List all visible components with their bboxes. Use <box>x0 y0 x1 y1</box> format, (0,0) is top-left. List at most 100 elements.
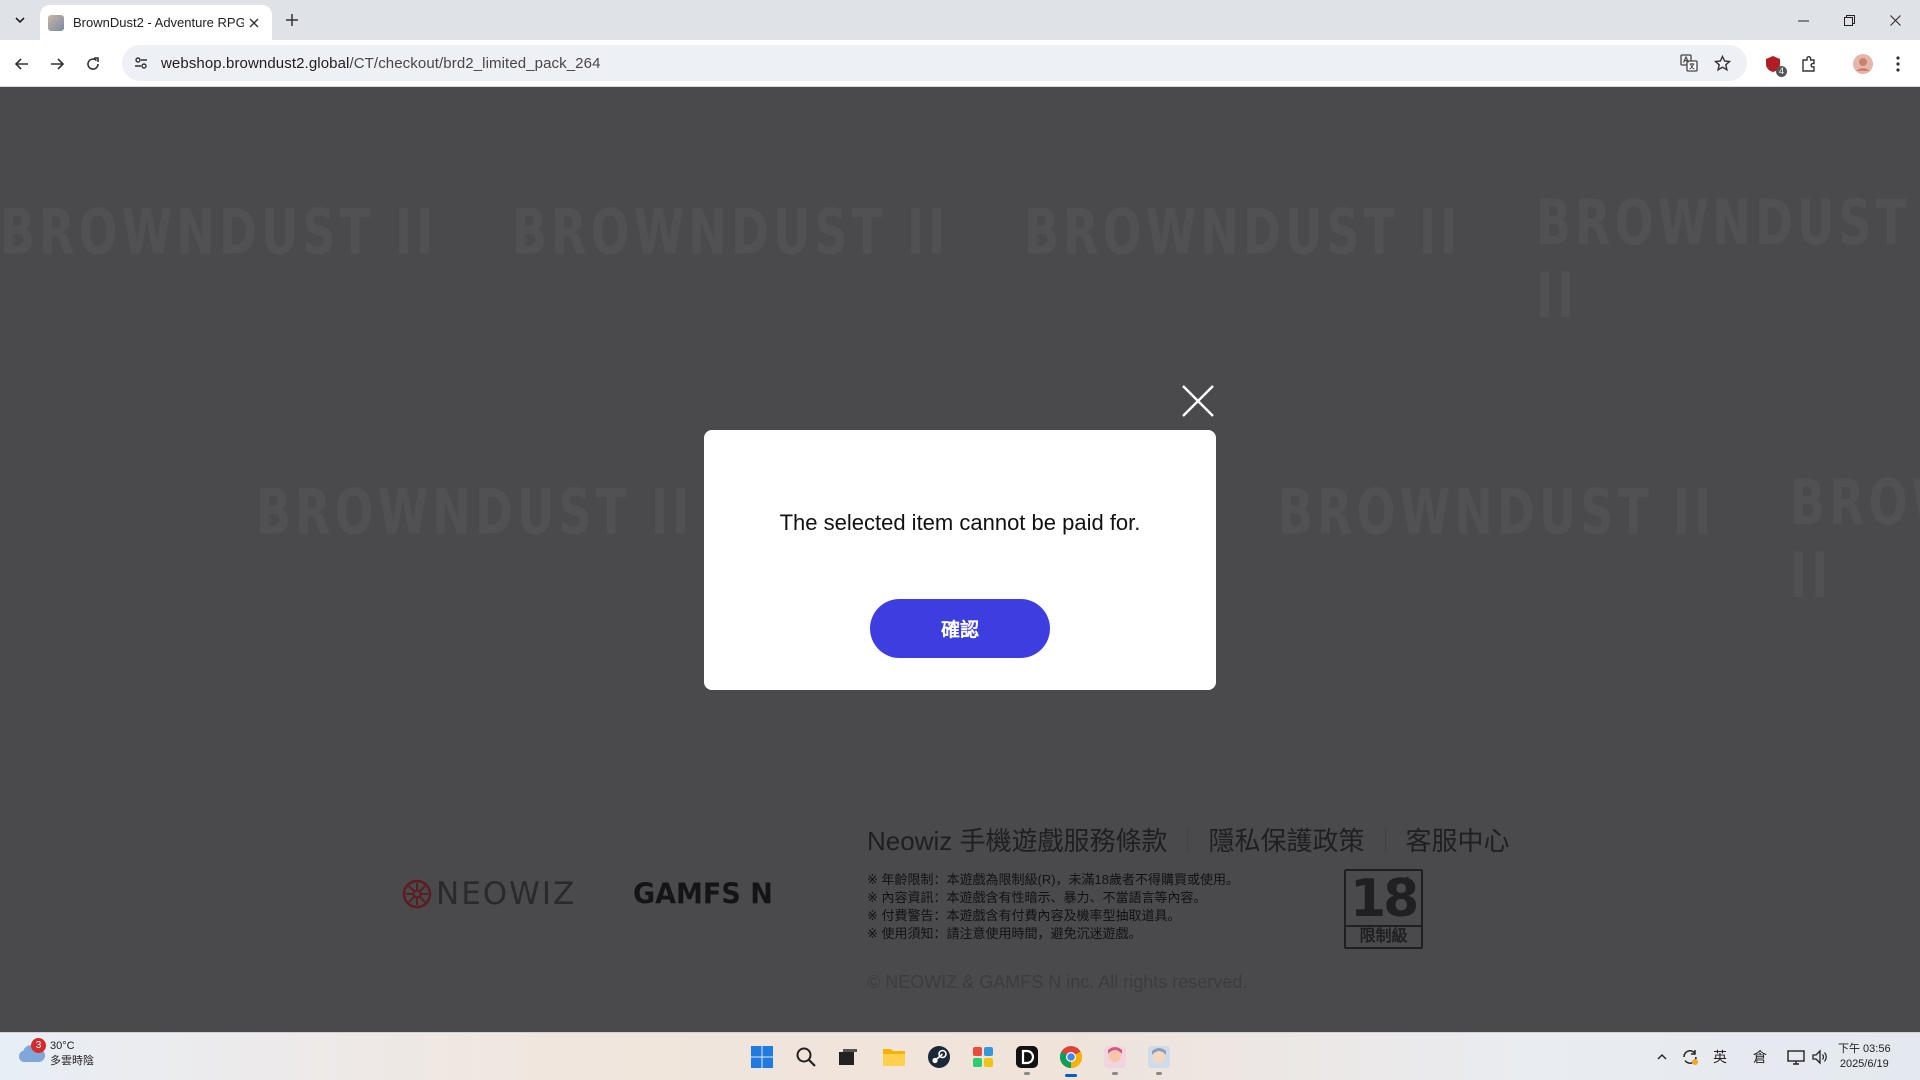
gamfs-logo[interactable]: GAMFS N <box>633 878 773 911</box>
plus-icon <box>286 14 298 26</box>
clock-time: 下午 03:56 <box>1838 1043 1891 1055</box>
url-path: /CT/checkout/brd2_limited_pack_264 <box>349 54 601 72</box>
modal-close-button[interactable] <box>1180 383 1216 419</box>
cloud-icon: 3 <box>16 1038 46 1068</box>
clock-date: 2025/6/19 <box>1839 1058 1889 1070</box>
reload-button[interactable] <box>79 50 107 78</box>
restore-button[interactable] <box>1826 0 1872 40</box>
task-view-button[interactable] <box>830 1039 866 1075</box>
site-favicon-icon <box>48 14 64 31</box>
age-rating-badge: 18 + 限制級 <box>1344 869 1423 949</box>
url-text: webshop.browndust2.global/CT/checkout/br… <box>161 55 601 72</box>
volume-tray-button[interactable] <box>1808 1043 1832 1071</box>
tab-strip: BrownDust2 - Adventure RPG <box>0 0 1920 40</box>
watermark-text: BROWNDUST II <box>512 195 950 269</box>
close-window-button[interactable] <box>1872 0 1918 40</box>
tab-search-button[interactable] <box>8 8 32 32</box>
arrow-right-icon <box>51 58 65 70</box>
profile-avatar-button[interactable] <box>1849 50 1877 78</box>
dialog-message: The selected item cannot be paid for. <box>779 510 1141 535</box>
watermark-text: BROWNDUST II <box>0 195 438 269</box>
watermark-text: BROWNDUST II <box>1536 186 1911 332</box>
site-info-button[interactable] <box>127 49 155 77</box>
system-clock[interactable]: 下午 03:56 2025/6/19 <box>1838 1042 1891 1072</box>
ime-language-button[interactable]: 英 <box>1708 1043 1732 1071</box>
game-character-icon <box>1148 1046 1170 1068</box>
chrome-icon <box>1060 1046 1082 1068</box>
privacy-link[interactable]: 隱私保護政策 <box>1208 821 1364 858</box>
more-vertical-icon <box>1896 56 1900 72</box>
show-hidden-icons-button[interactable] <box>1650 1043 1674 1071</box>
start-button[interactable] <box>744 1039 780 1075</box>
watermark-text: BROWNDUST II <box>256 475 694 549</box>
restore-icon <box>1843 14 1855 26</box>
weather-badge: 3 <box>31 1038 46 1053</box>
steam-button[interactable] <box>921 1039 957 1075</box>
bookmark-star-button[interactable] <box>1708 49 1736 77</box>
extension-badge: 4 <box>1775 66 1787 77</box>
rating-label: 限制級 <box>1346 925 1421 947</box>
page-viewport: BROWNDUST II BROWNDUST II BROWNDUST II B… <box>0 87 1920 1032</box>
puzzle-icon <box>1802 56 1815 72</box>
network-tray-button[interactable] <box>1784 1043 1808 1071</box>
watermark-text: BROWNDUST II <box>1024 195 1462 269</box>
close-icon <box>1889 14 1901 26</box>
footer-links: Neowiz 手機遊戲服務條款 隱私保護政策 客服中心 <box>867 821 1510 858</box>
chevron-up-icon <box>1657 1054 1667 1060</box>
back-button[interactable] <box>8 50 36 78</box>
app-d-icon <box>1016 1046 1038 1068</box>
browser-menu-button[interactable] <box>1884 50 1912 78</box>
task-view-icon <box>839 1049 857 1065</box>
game-launcher-button[interactable] <box>1141 1039 1177 1075</box>
steam-icon <box>928 1046 950 1068</box>
temperature-text: 30°C <box>50 1040 75 1052</box>
notice-line: ※ 付費警告：本遊戲含有付費內容及機率型抽取道具。 <box>867 908 1181 923</box>
paint-app-button[interactable] <box>965 1039 1001 1075</box>
network-icon <box>1787 1050 1805 1065</box>
address-bar[interactable]: webshop.browndust2.global/CT/checkout/br… <box>122 45 1747 81</box>
game-app-button[interactable] <box>1097 1039 1133 1075</box>
tune-icon <box>135 57 147 69</box>
translate-button[interactable] <box>1675 49 1703 77</box>
new-tab-button[interactable] <box>280 8 304 32</box>
watermark-text: BROWNDUST II <box>1790 466 1920 612</box>
chrome-button[interactable] <box>1053 1039 1089 1077</box>
ime-mode-button[interactable]: 倉 <box>1748 1043 1772 1071</box>
extension-shield-button[interactable]: 4 <box>1759 50 1787 78</box>
site-footer: Neowiz 手機遊戲服務條款 隱私保護政策 客服中心 NEOWIZ GAMFS… <box>0 772 1920 1032</box>
neowiz-logo[interactable]: NEOWIZ <box>402 876 576 912</box>
alert-dialog: The selected item cannot be paid for. 確認 <box>704 430 1216 690</box>
tab-close-button[interactable] <box>244 13 264 33</box>
notice-list: ※ 年齡限制：本遊戲為限制級(R)，未滿18歲者不得購買或使用。 ※ 內容資訊：… <box>867 871 1239 943</box>
forward-button[interactable] <box>43 50 71 78</box>
close-icon <box>249 18 259 27</box>
speaker-icon <box>1812 1049 1827 1065</box>
sync-tray-button[interactable] <box>1678 1043 1702 1071</box>
confirm-button[interactable]: 確認 <box>870 599 1050 658</box>
watermark-text: BROWNDUST II <box>1278 475 1716 549</box>
taskbar-search-button[interactable] <box>788 1039 824 1075</box>
file-explorer-button[interactable] <box>876 1039 912 1075</box>
tab-title: BrownDust2 - Adventure RPG <box>73 15 244 30</box>
rating-plus: + <box>1399 872 1415 893</box>
app-d-button[interactable] <box>1009 1039 1045 1075</box>
folder-icon <box>883 1049 905 1066</box>
browser-tab[interactable]: BrownDust2 - Adventure RPG <box>40 5 272 40</box>
footer-divider <box>1187 827 1189 852</box>
avatar-icon <box>1853 54 1873 74</box>
terms-link[interactable]: Neowiz 手機遊戲服務條款 <box>867 821 1167 858</box>
weather-desc-text: 多雲時陰 <box>50 1055 94 1067</box>
notice-line: ※ 年齡限制：本遊戲為限制級(R)，未滿18歲者不得購買或使用。 <box>867 872 1240 887</box>
support-link[interactable]: 客服中心 <box>1406 821 1510 858</box>
minimize-button[interactable] <box>1780 0 1826 40</box>
minimize-icon <box>1797 20 1809 21</box>
arrow-left-icon <box>14 58 28 70</box>
copyright-text: © NEOWIZ & GAMFS N inc. All rights reser… <box>867 972 1248 992</box>
url-host: webshop.browndust2.global <box>161 54 350 72</box>
sync-icon <box>1683 1050 1698 1065</box>
notice-line: ※ 使用須知：請注意使用時間，避免沉迷遊戲。 <box>867 926 1142 941</box>
extensions-button[interactable] <box>1795 50 1823 78</box>
star-icon <box>1713 54 1731 71</box>
weather-widget[interactable]: 3 30°C 多雲時陰 <box>16 1038 94 1069</box>
chevron-down-icon <box>15 17 25 24</box>
